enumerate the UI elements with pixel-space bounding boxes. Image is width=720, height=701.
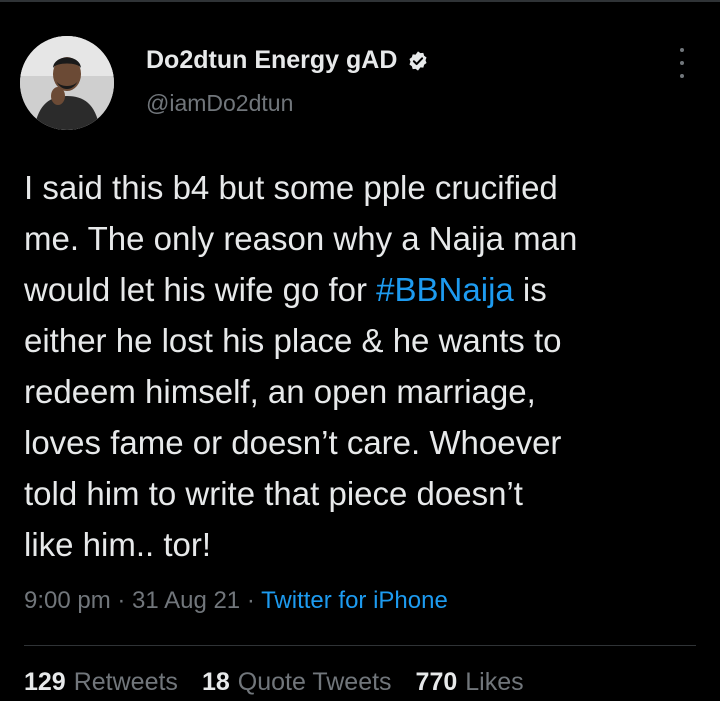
retweets-count: 129 xyxy=(24,668,66,696)
tweet-stats: 129 Retweets 18 Quote Tweets 770 Likes xyxy=(24,668,548,697)
tweet-text: I said this b4 but some pple crucified m… xyxy=(24,162,704,570)
tweet-meta: 9:00 pm · 31 Aug 21 · Twitter for iPhone xyxy=(24,587,448,615)
tweet-time[interactable]: 9:00 pm xyxy=(24,587,111,614)
quote-tweets-count: 18 xyxy=(201,668,230,696)
tweet-text-part-2: is either he lost his place & he wants t… xyxy=(24,271,562,563)
author-name-row[interactable]: Do2dtun Energy gAD xyxy=(146,46,429,75)
quote-tweets-stat[interactable]: 18 Quote Tweets xyxy=(202,668,392,697)
retweets-label: Retweets xyxy=(73,668,178,696)
meta-separator: · xyxy=(240,587,262,614)
tweet-source[interactable]: Twitter for iPhone xyxy=(261,587,448,614)
meta-separator: · xyxy=(110,587,133,614)
likes-label: Likes xyxy=(465,668,524,696)
verified-badge-icon xyxy=(409,50,427,71)
avatar[interactable] xyxy=(20,36,114,130)
avatar-image xyxy=(20,36,114,130)
tweet-date[interactable]: 31 Aug 21 xyxy=(132,587,240,614)
likes-stat[interactable]: 770 Likes xyxy=(416,668,524,697)
quote-tweets-label: Quote Tweets xyxy=(237,668,392,696)
author-handle[interactable]: @iamDo2dtun xyxy=(146,90,293,117)
author-name[interactable]: Do2dtun Energy gAD xyxy=(146,46,397,75)
stats-divider xyxy=(24,645,696,646)
top-divider xyxy=(0,0,720,2)
retweets-stat[interactable]: 129 Retweets xyxy=(24,668,178,697)
more-vertical-icon[interactable] xyxy=(672,48,692,78)
hashtag-link[interactable]: #BBNaija xyxy=(376,271,514,308)
likes-count: 770 xyxy=(415,668,458,696)
